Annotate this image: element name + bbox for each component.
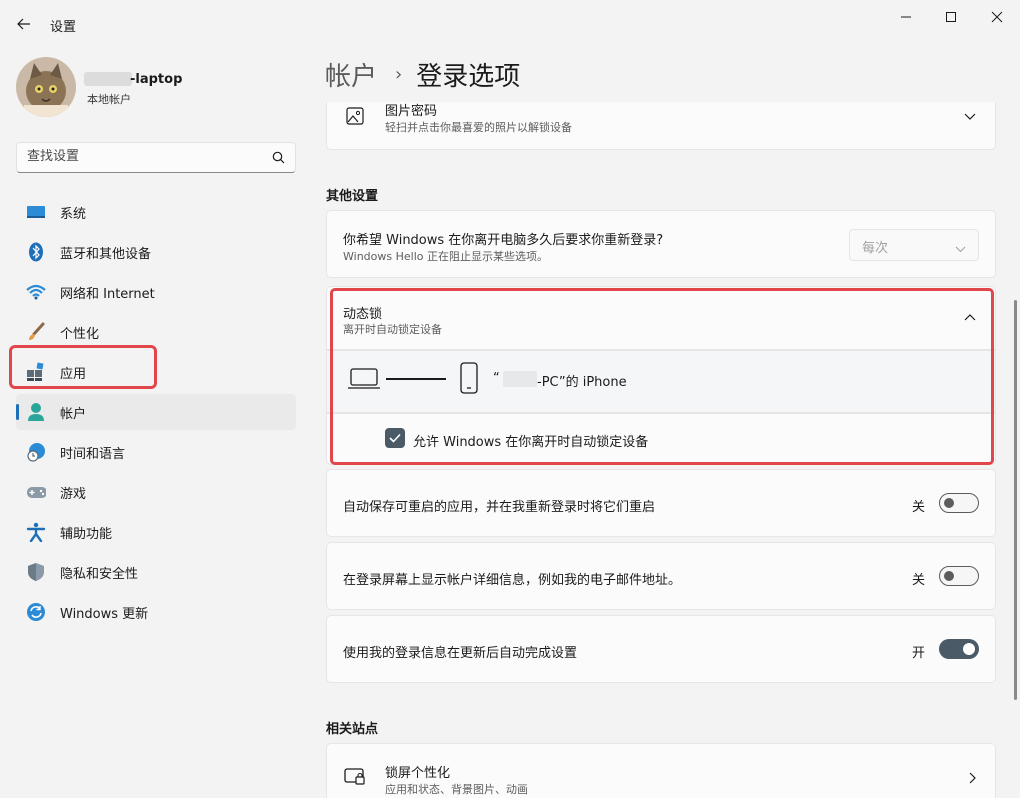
accessibility-icon — [26, 522, 46, 542]
auto-save-apps-card: 自动保存可重启的应用，并在我重新登录时将它们重启 — [326, 469, 996, 537]
chevron-right-icon — [965, 770, 981, 786]
nav-label-bluetooth: 蓝牙和其他设备 — [60, 246, 152, 262]
page-title: 登录选项 — [416, 62, 521, 92]
search-box[interactable] — [16, 142, 296, 173]
nav-label-network: 网络和 Internet — [60, 286, 155, 302]
update-icon — [26, 602, 46, 622]
toggle-knob — [944, 571, 954, 581]
require-signin-value: 每次 — [862, 241, 889, 256]
require-signin-subtitle: Windows Hello 正在阻止显示某些选项。 — [343, 250, 548, 263]
nav-item-bluetooth[interactable]: 蓝牙和其他设备 — [16, 234, 296, 270]
require-signin-dropdown[interactable]: 每次 — [849, 229, 979, 261]
nav-item-accessibility[interactable]: 辅助功能 — [16, 514, 296, 550]
use-signin-info-state: 开 — [912, 646, 926, 661]
auto-save-apps-toggle[interactable] — [939, 493, 979, 513]
maximize-button[interactable] — [928, 6, 974, 28]
close-button[interactable] — [974, 6, 1020, 28]
lock-screen-card[interactable]: 锁屏个性化 应用和状态、背景图片、动画 — [326, 743, 996, 798]
show-account-details-toggle[interactable] — [939, 566, 979, 586]
breadcrumb-parent[interactable]: 帐户 — [325, 56, 377, 93]
bluetooth-icon — [26, 242, 46, 262]
picture-password-subtitle: 轻扫并点击你最喜爱的照片以解锁设备 — [385, 121, 572, 134]
nav-label-system: 系统 — [60, 206, 87, 222]
gamepad-icon — [26, 482, 46, 502]
breadcrumb: 帐户 › 登录选项 — [325, 56, 520, 93]
nav-item-accounts[interactable]: 帐户 — [16, 394, 296, 430]
sidebar: -laptop 本地帐户 系统 蓝牙和其他设备 网络和 Internet 个性化… — [0, 46, 310, 798]
shield-icon — [26, 562, 46, 582]
nav-label-privacy: 隐私和安全性 — [60, 566, 139, 582]
nav-label-accessibility: 辅助功能 — [60, 526, 113, 542]
show-account-details-title: 在登录屏幕上显示帐户详细信息，例如我的电子邮件地址。 — [343, 573, 682, 588]
breadcrumb-separator: › — [395, 64, 403, 85]
account-name-redacted — [84, 72, 132, 86]
maximize-icon — [946, 12, 956, 22]
search-icon — [272, 151, 285, 164]
nav-list: 系统 蓝牙和其他设备 网络和 Internet 个性化 应用 帐户 时间和语言 — [16, 194, 296, 634]
nav-item-privacy[interactable]: 隐私和安全性 — [16, 554, 296, 590]
toggle-knob — [963, 643, 975, 655]
use-signin-info-card: 使用我的登录信息在更新后自动完成设置 — [326, 615, 996, 683]
auto-save-apps-title: 自动保存可重启的应用，并在我重新登录时将它们重启 — [343, 500, 656, 515]
nav-label-accounts: 帐户 — [60, 406, 87, 422]
picture-password-card[interactable]: 图片密码 轻扫并点击你最喜爱的照片以解锁设备 — [326, 102, 996, 150]
lock-screen-subtitle: 应用和状态、背景图片、动画 — [385, 783, 528, 796]
section-heading-related: 相关站点 — [326, 722, 379, 737]
wifi-icon — [26, 282, 46, 302]
account-name: -laptop — [130, 72, 183, 87]
lock-screen-title: 锁屏个性化 — [385, 766, 451, 781]
chevron-down-icon — [955, 238, 966, 257]
minimize-button[interactable] — [883, 6, 929, 28]
title-bar: 设置 — [0, 0, 1020, 46]
active-indicator — [16, 404, 19, 420]
brush-icon — [26, 322, 46, 342]
picture-password-title: 图片密码 — [385, 104, 438, 119]
nav-item-network[interactable]: 网络和 Internet — [16, 274, 296, 310]
back-arrow-icon — [17, 18, 30, 30]
toggle-knob — [944, 498, 954, 508]
nav-item-gaming[interactable]: 游戏 — [16, 474, 296, 510]
nav-item-windows-update[interactable]: Windows 更新 — [16, 594, 296, 630]
search-input[interactable] — [27, 149, 267, 164]
account-type: 本地帐户 — [87, 93, 131, 106]
section-heading-other-settings: 其他设置 — [326, 189, 379, 204]
scrollbar[interactable] — [1014, 300, 1017, 700]
use-signin-info-title: 使用我的登录信息在更新后自动完成设置 — [343, 646, 578, 661]
nav-label-windows-update: Windows 更新 — [60, 606, 149, 622]
time-language-icon — [26, 442, 46, 462]
use-signin-info-toggle[interactable] — [939, 639, 979, 659]
nav-item-time-language[interactable]: 时间和语言 — [16, 434, 296, 470]
avatar[interactable] — [16, 57, 76, 117]
show-account-details-card: 在登录屏幕上显示帐户详细信息，例如我的电子邮件地址。 — [326, 542, 996, 610]
show-account-details-state: 关 — [912, 573, 926, 588]
highlight-box-dynamic-lock — [330, 288, 994, 465]
system-icon — [26, 202, 46, 222]
highlight-box-accounts — [9, 345, 157, 389]
nav-label-personalization: 个性化 — [60, 326, 100, 342]
minimize-icon — [901, 16, 911, 18]
picture-icon — [346, 107, 364, 125]
app-title: 设置 — [50, 20, 77, 35]
back-button[interactable] — [10, 12, 38, 36]
nav-label-time-language: 时间和语言 — [60, 446, 126, 462]
auto-save-apps-state: 关 — [912, 500, 926, 515]
nav-item-system[interactable]: 系统 — [16, 194, 296, 230]
require-signin-title: 你希望 Windows 在你离开电脑多久后要求你重新登录? — [343, 233, 664, 248]
close-icon — [991, 11, 1003, 23]
lock-screen-icon — [344, 768, 365, 785]
chevron-down-icon[interactable] — [962, 109, 978, 125]
account-icon — [26, 402, 46, 422]
nav-label-gaming: 游戏 — [60, 486, 87, 502]
